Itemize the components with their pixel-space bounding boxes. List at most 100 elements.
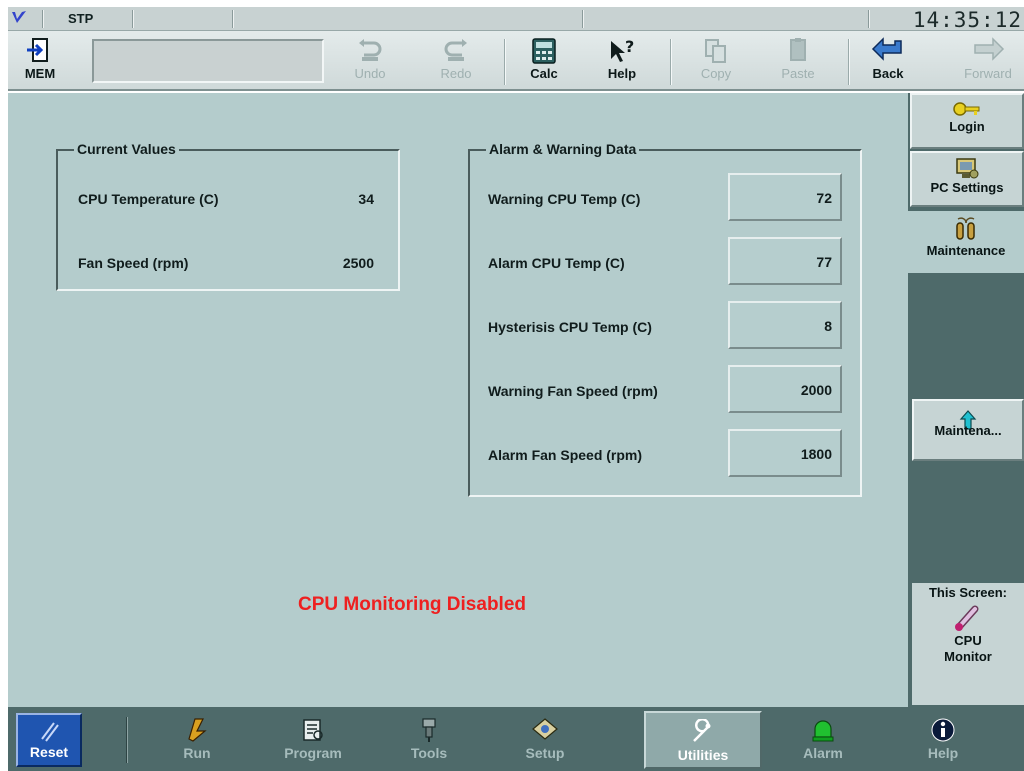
current-values-group: Current Values CPU Temperature (C) 34 Fa… bbox=[56, 141, 400, 291]
reset-slash-icon bbox=[41, 722, 59, 742]
alarm-light-icon bbox=[812, 720, 834, 742]
sidebar-item-maintenance[interactable]: Maintenance bbox=[908, 211, 1024, 273]
copy-icon bbox=[705, 39, 726, 63]
toolbar-separator bbox=[848, 39, 850, 85]
nav-label: Utilities bbox=[677, 747, 729, 763]
sidebar-item-pc-settings[interactable]: PC Settings bbox=[910, 151, 1024, 207]
status-separator bbox=[868, 10, 870, 28]
main-panel: Current Values CPU Temperature (C) 34 Fa… bbox=[8, 93, 908, 707]
machine-mode: STP bbox=[68, 11, 94, 26]
nav-separator bbox=[126, 717, 128, 763]
info-icon bbox=[931, 718, 955, 742]
alarm-cpu-temp-label: Alarm CPU Temp (C) bbox=[488, 255, 625, 271]
paste-icon bbox=[790, 38, 806, 61]
nav-setup[interactable]: Setup bbox=[486, 711, 604, 769]
run-icon bbox=[188, 718, 207, 742]
nav-tools[interactable]: Tools bbox=[370, 711, 488, 769]
wrench-icon bbox=[693, 719, 711, 742]
sidebar-item-label: Login bbox=[949, 119, 985, 134]
setup-icon bbox=[532, 718, 558, 740]
help-button[interactable]: ? Help bbox=[592, 33, 652, 89]
status-strip: STP 14:35:12 bbox=[8, 7, 1024, 32]
help-label: Help bbox=[607, 66, 637, 81]
mem-display-field[interactable] bbox=[92, 39, 324, 83]
warning-cpu-temp-label: Warning CPU Temp (C) bbox=[488, 191, 641, 207]
redo-icon bbox=[444, 39, 467, 61]
paste-label: Paste bbox=[781, 66, 815, 81]
toolbar-separator bbox=[504, 39, 506, 85]
mem-button[interactable]: MEM bbox=[10, 33, 70, 89]
mem-arrow-icon bbox=[27, 38, 48, 62]
sidebar-item-label: PC Settings bbox=[930, 180, 1004, 195]
nav-help[interactable]: Help bbox=[884, 711, 1002, 769]
sidebar-item-label: Maintenance bbox=[926, 243, 1006, 258]
warning-fan-speed-field[interactable]: 2000 bbox=[728, 365, 842, 413]
calculator-icon bbox=[532, 38, 556, 64]
cpu-temperature-value: 34 bbox=[358, 191, 374, 207]
hysterisis-cpu-temp-field[interactable]: 8 bbox=[728, 301, 842, 349]
svg-text:?: ? bbox=[625, 37, 634, 56]
program-icon bbox=[303, 719, 323, 741]
mem-label: MEM bbox=[24, 66, 56, 81]
alarm-warning-group: Alarm & Warning Data Warning CPU Temp (C… bbox=[468, 141, 862, 497]
warning-cpu-temp-field[interactable]: 72 bbox=[728, 173, 842, 221]
nav-label: Tools bbox=[410, 745, 448, 761]
reset-label: Reset bbox=[29, 744, 69, 760]
nav-label: Setup bbox=[525, 745, 565, 761]
status-separator bbox=[42, 10, 44, 28]
copy-label: Copy bbox=[700, 66, 732, 81]
nav-label: Program bbox=[284, 745, 342, 761]
toolbar-separator bbox=[670, 39, 672, 85]
maintenance-sub-button[interactable]: Maintena... bbox=[912, 399, 1024, 461]
alarm-warning-title: Alarm & Warning Data bbox=[486, 141, 640, 157]
paste-button[interactable]: Paste bbox=[768, 33, 828, 89]
this-screen-name-line2: Monitor bbox=[944, 649, 992, 664]
maintenance-sub-label: Maintena... bbox=[934, 423, 1002, 438]
undo-button[interactable]: Undo bbox=[340, 33, 400, 89]
undo-label: Undo bbox=[354, 66, 386, 81]
nav-alarm[interactable]: Alarm bbox=[764, 711, 882, 769]
status-separator bbox=[132, 10, 134, 28]
sidebar-item-login[interactable]: Login bbox=[910, 93, 1024, 149]
reset-button[interactable]: Reset bbox=[16, 713, 82, 767]
status-separator bbox=[582, 10, 584, 28]
fan-speed-label: Fan Speed (rpm) bbox=[78, 255, 189, 271]
alarm-fan-speed-field[interactable]: 1800 bbox=[728, 429, 842, 477]
toolbar: MEM Undo Redo Calc ? Help Copy Paste Bac… bbox=[8, 31, 1024, 91]
redo-button[interactable]: Redo bbox=[426, 33, 486, 89]
alarm-cpu-temp-field[interactable]: 77 bbox=[728, 237, 842, 285]
cpu-thermometer-icon bbox=[955, 605, 979, 631]
nav-label: Help bbox=[927, 745, 959, 761]
checkmark-logo-icon bbox=[12, 11, 26, 23]
copy-button[interactable]: Copy bbox=[686, 33, 746, 89]
right-sidebar: Login PC Settings Maintenance Maintena..… bbox=[908, 93, 1024, 707]
back-button[interactable]: Back bbox=[858, 33, 918, 89]
this-screen-panel: This Screen: CPU Monitor bbox=[912, 583, 1024, 705]
key-icon bbox=[953, 102, 980, 116]
alarm-fan-speed-label: Alarm Fan Speed (rpm) bbox=[488, 447, 643, 463]
nav-label: Alarm bbox=[803, 745, 843, 761]
monitoring-status-message: CPU Monitoring Disabled bbox=[298, 594, 526, 615]
calc-button[interactable]: Calc bbox=[514, 33, 574, 89]
this-screen-name-line1: CPU bbox=[954, 633, 982, 648]
hysterisis-cpu-temp-label: Hysterisis CPU Temp (C) bbox=[488, 319, 652, 335]
undo-icon bbox=[359, 39, 382, 61]
redo-label: Redo bbox=[440, 66, 472, 81]
tools-icon bbox=[422, 718, 436, 742]
nav-program[interactable]: Program bbox=[254, 711, 372, 769]
maintenance-icon bbox=[956, 217, 975, 240]
back-label: Back bbox=[872, 66, 904, 81]
forward-button[interactable]: Forward bbox=[952, 33, 1024, 89]
help-pointer-icon: ? bbox=[611, 37, 634, 62]
nav-label: Run bbox=[183, 745, 211, 761]
pc-settings-icon bbox=[956, 158, 979, 179]
bottom-nav: Reset Run Program Tools Setup Utilities … bbox=[8, 707, 1024, 771]
forward-label: Forward bbox=[964, 66, 1012, 81]
clock-display: 14:35:12 bbox=[912, 8, 1022, 32]
nav-run[interactable]: Run bbox=[138, 711, 256, 769]
back-arrow-icon bbox=[871, 37, 902, 61]
status-separator bbox=[232, 10, 234, 28]
nav-utilities[interactable]: Utilities bbox=[644, 711, 762, 769]
fan-speed-value: 2500 bbox=[342, 255, 374, 271]
warning-fan-speed-label: Warning Fan Speed (rpm) bbox=[488, 383, 658, 399]
